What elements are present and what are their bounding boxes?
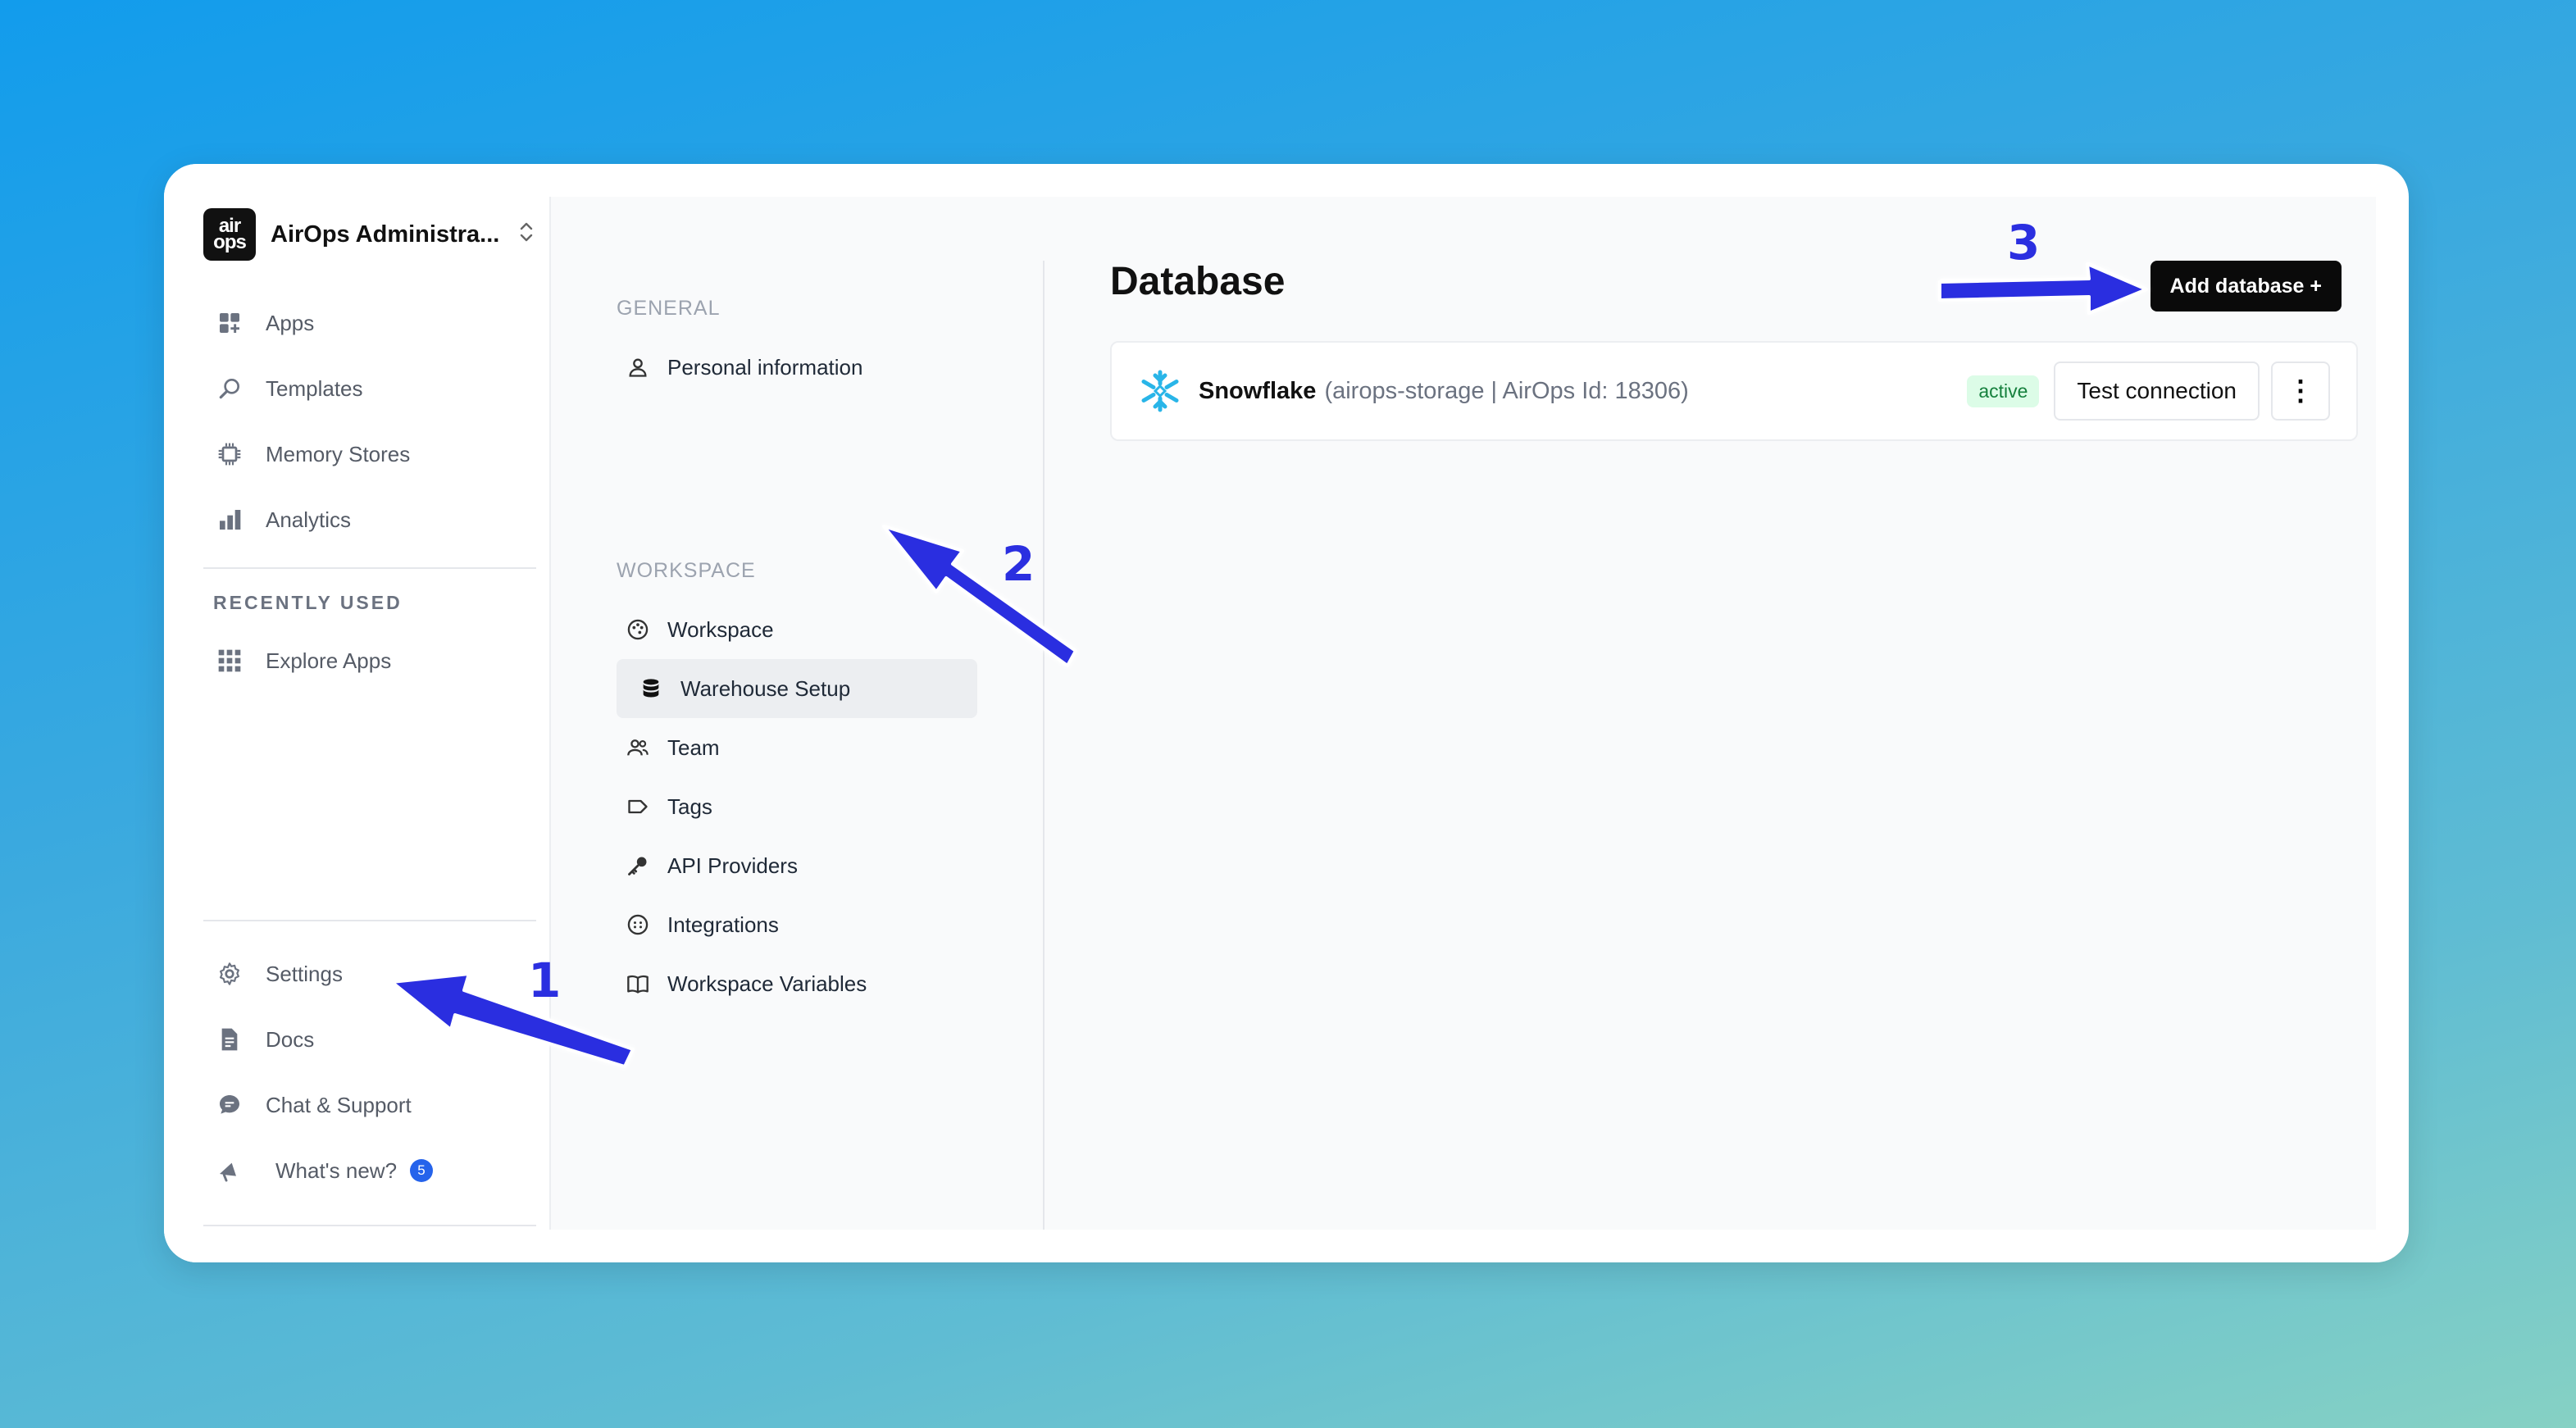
database-row: Snowflake (airops-storage | AirOps Id: 1… — [1110, 341, 2358, 441]
apps-icon — [215, 308, 244, 338]
document-icon — [215, 1025, 244, 1054]
primary-nav: Apps Templates Memory Stores Analytics — [215, 290, 543, 553]
settings-item-personal-information[interactable]: Personal information — [617, 338, 977, 397]
settings-nav: GENERAL Personal information WORKSPACE W… — [617, 197, 994, 1230]
sidebar-divider — [203, 920, 536, 921]
search-icon — [215, 374, 244, 403]
test-connection-button[interactable]: Test connection — [2054, 362, 2260, 421]
grid-icon — [215, 646, 244, 675]
more-vertical-icon: ⋮ — [2287, 375, 2314, 407]
settings-item-label: Workspace Variables — [667, 971, 867, 996]
database-panel: Database Add database + Snowflake (airop… — [1110, 197, 2361, 1230]
add-database-button[interactable]: Add database + — [2150, 261, 2342, 312]
settings-item-workspace-variables[interactable]: Workspace Variables — [617, 954, 977, 1013]
sidebar-item-label: Docs — [266, 1026, 315, 1052]
sidebar-item-explore-apps[interactable]: Explore Apps — [215, 628, 543, 694]
status-badge: active — [1967, 375, 2040, 407]
book-icon — [623, 969, 653, 998]
main-sidebar: air ops AirOps Administra... Apps Templa… — [164, 164, 549, 1262]
notification-badge: 5 — [410, 1159, 434, 1182]
bar-chart-icon — [215, 505, 244, 534]
bottom-nav: Settings Docs Chat & Support What's new? — [215, 941, 543, 1203]
step-2-label: 2 — [1002, 536, 1035, 592]
step-1-label: 1 — [528, 953, 562, 1008]
settings-item-workspace[interactable]: Workspace — [617, 600, 977, 659]
team-icon — [623, 733, 653, 762]
settings-item-label: Workspace — [667, 616, 774, 642]
sidebar-item-label: Analytics — [266, 507, 352, 532]
step-3-label: 3 — [2007, 215, 2041, 271]
sidebar-divider — [203, 567, 536, 569]
database-name: Snowflake — [1199, 377, 1317, 404]
chat-icon — [215, 1090, 244, 1120]
chevron-up-down-icon — [518, 220, 535, 250]
settings-item-team[interactable]: Team — [617, 718, 977, 777]
settings-item-label: API Providers — [667, 853, 798, 878]
general-section-label: GENERAL — [617, 297, 721, 320]
settings-item-warehouse-setup[interactable]: Warehouse Setup — [617, 659, 977, 718]
gear-icon — [215, 959, 244, 989]
logo-text-bottom: ops — [213, 231, 247, 253]
settings-item-label: Personal information — [667, 354, 863, 380]
app-window: air ops AirOps Administra... Apps Templa… — [164, 164, 2409, 1262]
sidebar-item-whats-new[interactable]: What's new? 5 — [215, 1138, 543, 1203]
sidebar-item-settings[interactable]: Settings — [215, 941, 543, 1007]
recent-nav: Explore Apps — [215, 628, 543, 694]
page-title: Database — [1110, 260, 1286, 303]
sidebar-divider — [203, 1225, 536, 1226]
sidebar-item-docs[interactable]: Docs — [215, 1007, 543, 1072]
sidebar-item-apps[interactable]: Apps — [215, 290, 543, 356]
database-icon — [636, 674, 666, 703]
settings-item-tags[interactable]: Tags — [617, 777, 977, 836]
org-switcher[interactable]: air ops AirOps Administra... — [203, 208, 535, 261]
more-options-button[interactable]: ⋮ — [2271, 362, 2330, 421]
megaphone-icon — [215, 1156, 244, 1185]
sidebar-item-label: Memory Stores — [266, 441, 411, 466]
palette-icon — [623, 615, 653, 644]
sidebar-item-label: Templates — [266, 375, 363, 401]
snowflake-icon — [1138, 369, 1182, 413]
sidebar-item-label: What's new? — [275, 1157, 398, 1183]
settings-item-api-providers[interactable]: API Providers — [617, 836, 977, 895]
chip-icon — [215, 439, 244, 469]
settings-divider — [1043, 261, 1045, 1230]
database-detail: (airops-storage | AirOps Id: 18306) — [1324, 377, 1689, 404]
integrations-icon — [623, 910, 653, 939]
sidebar-item-label: Settings — [266, 961, 343, 986]
settings-item-label: Warehouse Setup — [680, 675, 851, 701]
sidebar-item-label: Chat & Support — [266, 1092, 412, 1117]
settings-item-label: Team — [667, 734, 720, 760]
sidebar-item-label: Apps — [266, 310, 315, 335]
user-icon — [623, 352, 653, 382]
recently-used-label: RECENTLY USED — [213, 592, 403, 613]
settings-item-label: Integrations — [667, 912, 779, 937]
sidebar-item-memory-stores[interactable]: Memory Stores — [215, 421, 543, 487]
sidebar-item-templates[interactable]: Templates — [215, 356, 543, 421]
content-area: GENERAL Personal information WORKSPACE W… — [549, 197, 2376, 1230]
tag-icon — [623, 792, 653, 821]
airops-logo: air ops — [203, 208, 256, 261]
settings-item-integrations[interactable]: Integrations — [617, 895, 977, 954]
org-name: AirOps Administra... — [271, 221, 500, 248]
settings-item-label: Tags — [667, 794, 712, 819]
workspace-section-label: WORKSPACE — [617, 559, 756, 582]
sidebar-item-chat-support[interactable]: Chat & Support — [215, 1072, 543, 1138]
sidebar-item-analytics[interactable]: Analytics — [215, 487, 543, 553]
key-icon — [623, 851, 653, 880]
sidebar-item-label: Explore Apps — [266, 648, 392, 673]
